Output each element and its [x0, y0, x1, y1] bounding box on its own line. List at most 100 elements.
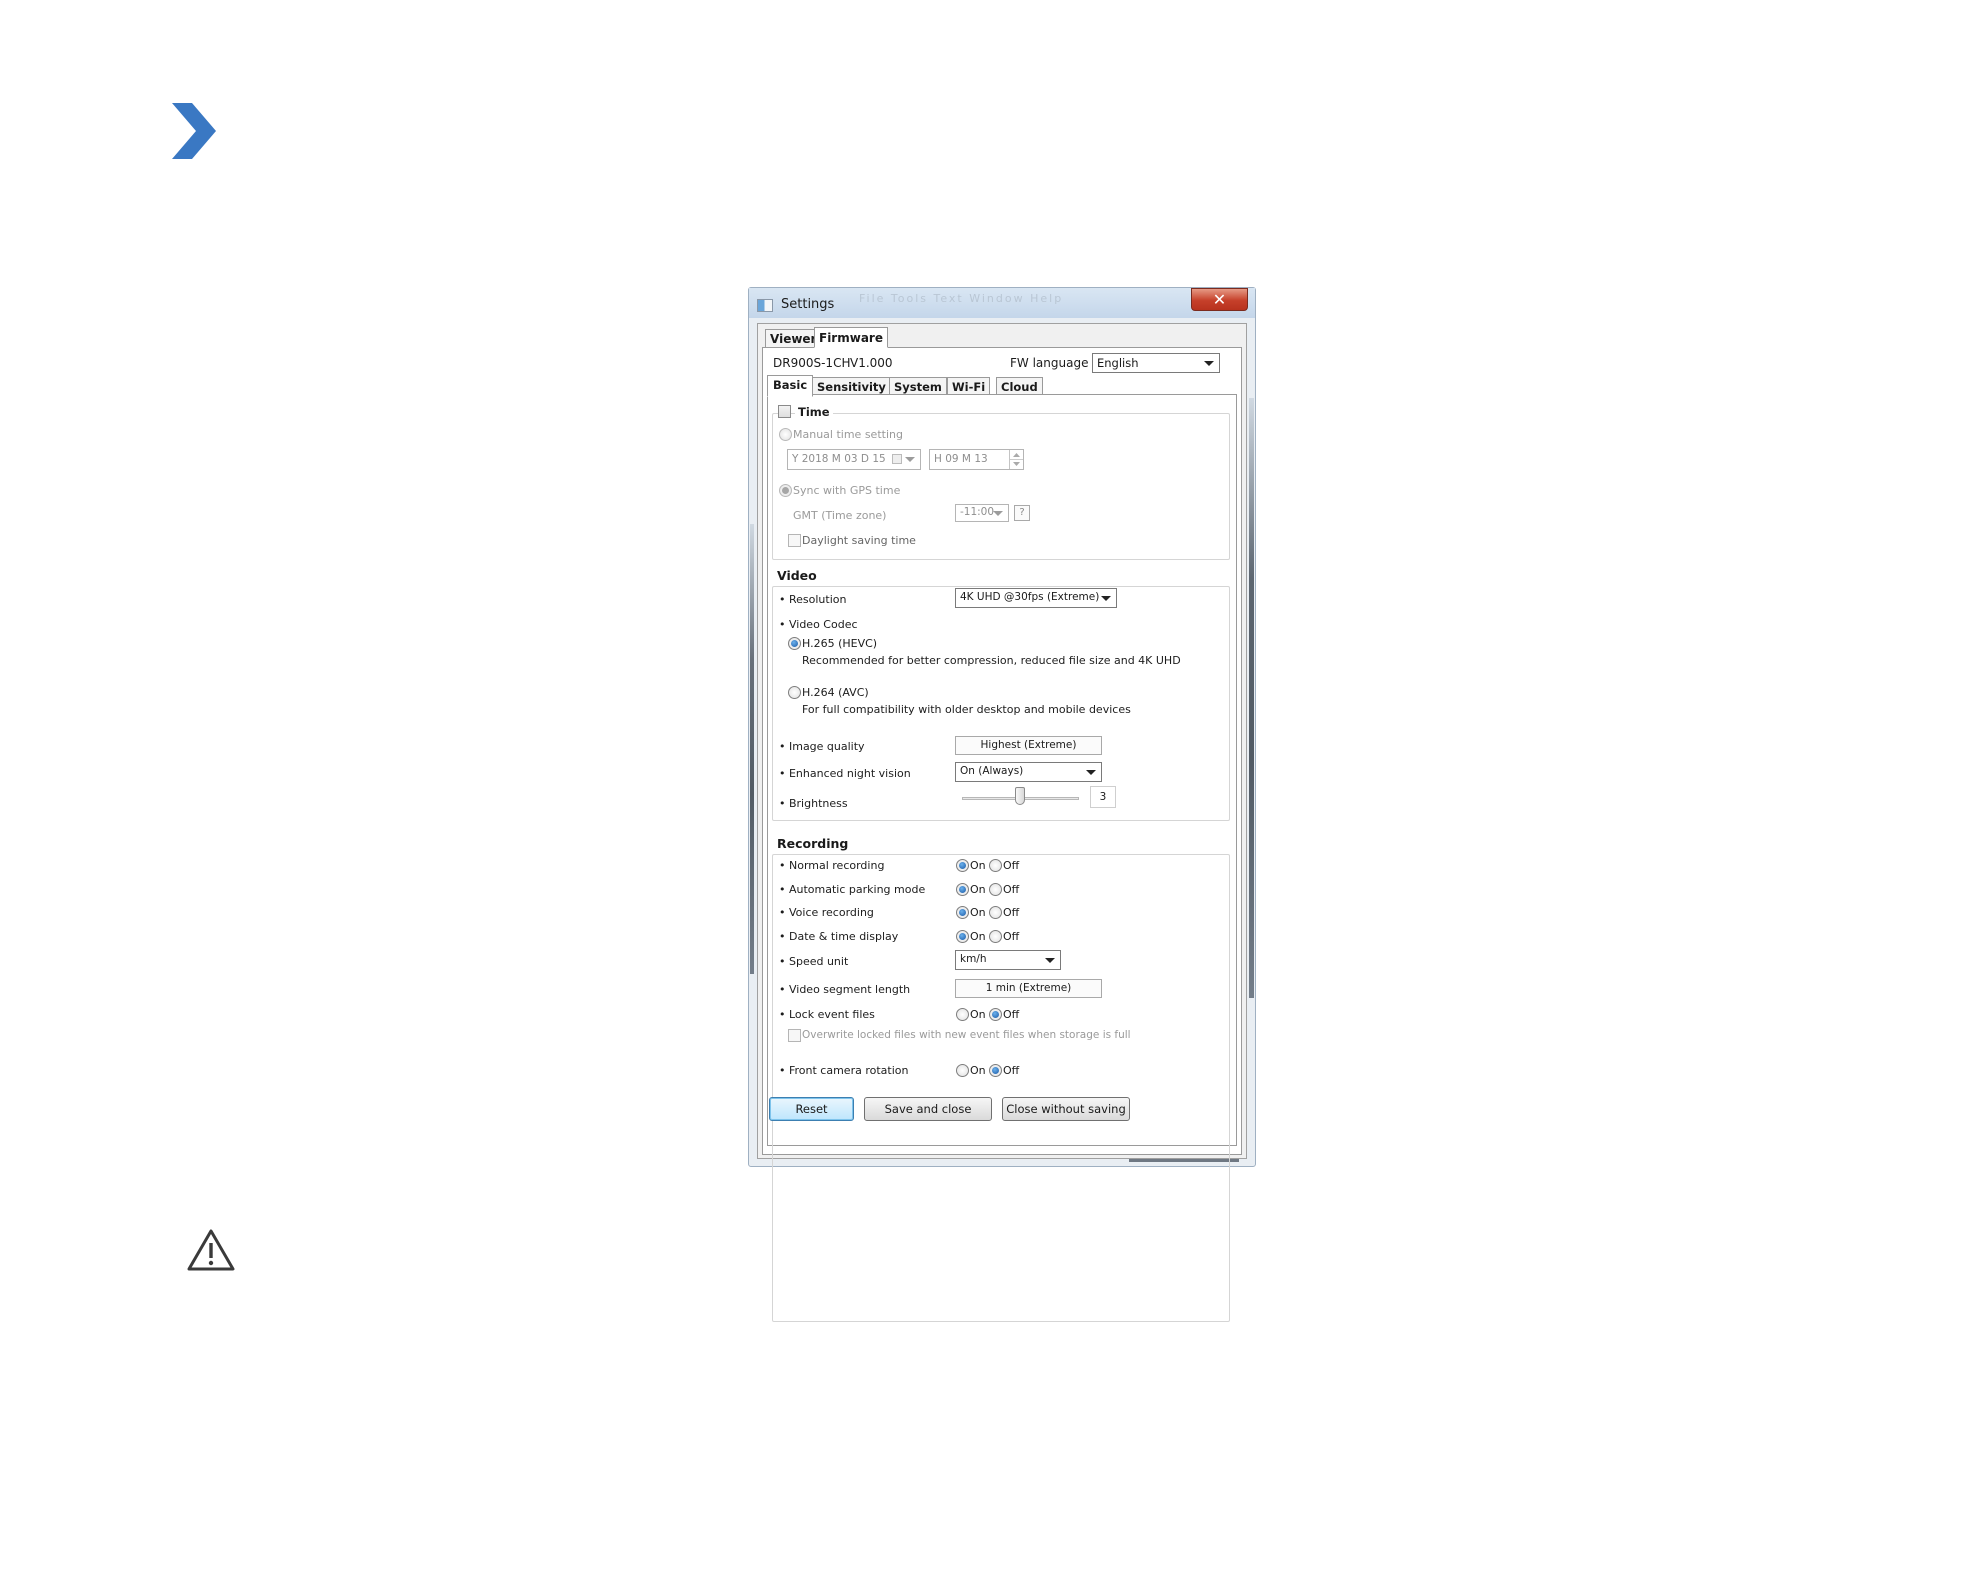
tab-viewer[interactable]: Viewer — [765, 329, 822, 349]
brightness-value: 3 — [1090, 786, 1116, 809]
off-label: Off — [1003, 1007, 1020, 1021]
resolution-value: 4K UHD @30fps (Extreme) — [960, 591, 1100, 603]
parking-mode-off-radio[interactable] — [989, 882, 1002, 896]
time-checkbox[interactable] — [778, 405, 791, 419]
segment-length-label: • Video segment length — [779, 982, 911, 996]
video-title: Video — [777, 567, 817, 583]
tab-firmware[interactable]: Firmware — [814, 327, 888, 348]
gmt-label: GMT (Time zone) — [793, 509, 887, 523]
voice-recording-label: • Voice recording — [779, 906, 874, 920]
off-label: Off — [1003, 858, 1020, 872]
chevron-right-icon — [172, 103, 216, 159]
overwrite-label: Overwrite locked files with new event fi… — [802, 1029, 1131, 1042]
settings-client: Viewer Firmware DR900S-1CH V1.000 FW lan… — [757, 323, 1247, 1323]
gps-time-label: Sync with GPS time — [793, 483, 901, 497]
fw-language-value: English — [1097, 356, 1139, 370]
tab-basic[interactable]: Basic — [767, 375, 814, 397]
chevron-down-icon — [1086, 770, 1096, 776]
rotation-label: • Front camera rotation — [779, 1064, 909, 1078]
video-codec-label: • Video Codec — [779, 618, 858, 632]
lock-event-label: • Lock event files — [779, 1007, 875, 1021]
off-label: Off — [1003, 1064, 1020, 1078]
image-quality-label: • Image quality — [779, 739, 865, 753]
h265-label: H.265 (HEVC) — [802, 636, 878, 650]
gmt-select[interactable]: -11:00 — [955, 504, 1009, 523]
normal-recording-off-radio[interactable] — [989, 858, 1002, 872]
close-without-saving-button[interactable]: Close without saving — [1002, 1096, 1130, 1121]
parking-mode-on-radio[interactable] — [956, 882, 969, 896]
on-label: On — [970, 906, 986, 920]
window-edge-right — [1249, 398, 1254, 998]
save-and-close-button[interactable]: Save and close — [864, 1096, 992, 1121]
image-quality-value: Highest (Extreme) — [955, 735, 1102, 755]
gps-time-radio[interactable] — [779, 483, 792, 497]
dst-checkbox[interactable] — [788, 534, 801, 548]
date-picker[interactable]: Y 2018 M 03 D 15 — [787, 448, 921, 470]
chevron-down-icon — [993, 511, 1003, 517]
lock-event-on-radio[interactable] — [956, 1007, 969, 1021]
on-label: On — [970, 1007, 986, 1021]
time-title: Time — [795, 405, 833, 420]
off-label: Off — [1003, 882, 1020, 896]
speed-unit-select[interactable]: km/h — [955, 950, 1061, 971]
h265-description: Recommended for better compression, redu… — [802, 654, 1181, 668]
app-icon — [757, 299, 773, 312]
firmware-page: DR900S-1CH V1.000 FW language English Ba… — [762, 347, 1242, 1323]
normal-recording-on-radio[interactable] — [956, 858, 969, 872]
manual-time-radio[interactable] — [779, 427, 792, 441]
reset-button[interactable]: Reset — [769, 1096, 854, 1121]
chevron-down-icon — [1204, 361, 1214, 366]
title-bar: Settings File Tools Text Window Help — [749, 288, 1255, 318]
on-label: On — [970, 1064, 986, 1078]
background-menu-ghost: File Tools Text Window Help — [859, 292, 1064, 305]
window-title: Settings — [781, 297, 835, 312]
calendar-icon — [892, 453, 902, 464]
off-label: Off — [1003, 930, 1020, 944]
spinner-arrows-icon[interactable] — [1009, 449, 1023, 469]
brightness-label: • Brightness — [779, 797, 848, 811]
speed-unit-label: • Speed unit — [779, 955, 849, 969]
resolution-select[interactable]: 4K UHD @30fps (Extreme) — [955, 588, 1117, 608]
parking-mode-label: • Automatic parking mode — [779, 882, 926, 896]
on-label: On — [970, 930, 986, 944]
firmware-version: V1.000 — [850, 356, 893, 370]
recording-group — [772, 853, 1230, 1323]
window-edge-left — [750, 524, 754, 974]
gmt-value: -11:00 — [960, 506, 995, 519]
manual-time-label: Manual time setting — [793, 427, 903, 441]
normal-recording-label: • Normal recording — [779, 858, 885, 872]
fw-language-select[interactable]: English — [1092, 353, 1220, 373]
settings-window: Settings File Tools Text Window Help ✕ V… — [748, 287, 1256, 1323]
night-vision-label: • Enhanced night vision — [779, 767, 911, 781]
warning-icon — [187, 1229, 235, 1271]
recording-title: Recording — [777, 836, 849, 852]
h265-radio[interactable] — [788, 636, 801, 650]
close-button[interactable]: ✕ — [1191, 288, 1248, 311]
dst-label: Daylight saving time — [802, 534, 916, 548]
night-vision-value: On (Always) — [960, 765, 1024, 778]
model-name: DR900S-1CH — [773, 356, 851, 370]
brightness-slider-thumb[interactable] — [1015, 787, 1025, 806]
h264-description: For full compatibility with older deskto… — [802, 703, 1131, 717]
h264-label: H.264 (AVC) — [802, 685, 869, 699]
on-label: On — [970, 858, 986, 872]
h264-radio[interactable] — [788, 685, 801, 699]
chevron-down-icon — [905, 456, 915, 462]
on-label: On — [970, 882, 986, 896]
segment-length-value: 1 min (Extreme) — [955, 979, 1102, 999]
chevron-down-icon — [1045, 958, 1055, 964]
off-label: Off — [1003, 906, 1020, 920]
overwrite-checkbox[interactable] — [788, 1029, 801, 1043]
resolution-label: • Resolution — [779, 593, 847, 607]
time-value: H 09 M 13 — [934, 452, 988, 465]
date-time-display-label: • Date & time display — [779, 930, 899, 944]
speed-unit-value: km/h — [960, 953, 987, 966]
time-spinner[interactable]: H 09 M 13 — [929, 448, 1024, 470]
gmt-help-button[interactable]: ? — [1014, 505, 1030, 522]
chevron-down-icon — [1101, 596, 1111, 601]
date-value: Y 2018 M 03 D 15 — [792, 452, 886, 465]
basic-page: Time Manual time setting Y 2018 M 03 D 1… — [767, 394, 1237, 1323]
lock-event-off-radio[interactable] — [989, 1007, 1002, 1021]
fw-language-label: FW language — [1010, 356, 1089, 370]
night-vision-select[interactable]: On (Always) — [955, 762, 1102, 783]
